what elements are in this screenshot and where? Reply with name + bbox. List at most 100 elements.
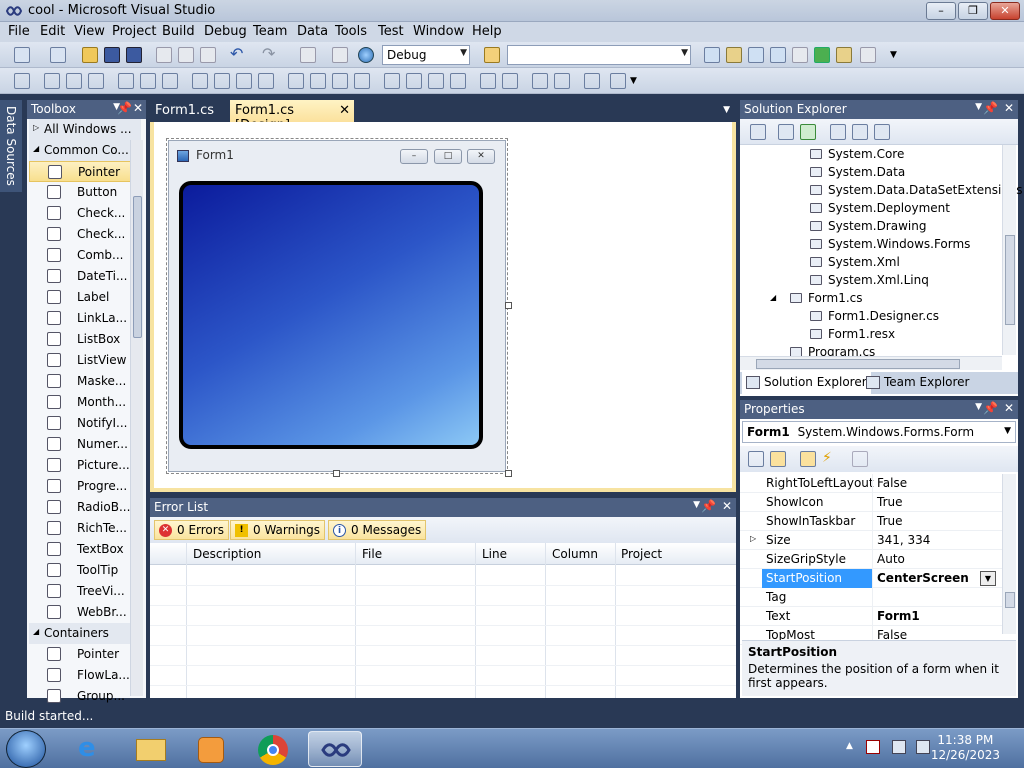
toolbox-item[interactable]: Check... [29, 224, 141, 245]
toolbox-group[interactable]: ◢ Common Co... [29, 140, 141, 161]
property-row[interactable]: Text Form1 [740, 607, 1002, 626]
media-player-icon[interactable] [184, 731, 238, 767]
pin-icon[interactable]: 📌 [983, 401, 998, 415]
categorized-icon[interactable] [748, 451, 764, 467]
view-code-icon[interactable] [830, 124, 846, 140]
solution-configuration-dropdown[interactable]: Debug ▼ [382, 45, 470, 65]
remove-horizontal-spacing-icon[interactable] [354, 73, 370, 89]
make-same-height-icon[interactable] [236, 73, 252, 89]
close-icon[interactable]: ✕ [1004, 401, 1014, 415]
view-designer-icon[interactable] [852, 124, 868, 140]
property-row[interactable]: ▷ Size 341, 334 [740, 531, 1002, 550]
toolbox-item[interactable]: Pointer [29, 161, 141, 182]
send-to-back-icon[interactable] [554, 73, 570, 89]
gradient-panel-control[interactable] [179, 181, 483, 449]
tab-team-explorer[interactable]: Team Explorer [862, 372, 974, 394]
toolbox-group[interactable]: ◢ Containers [29, 623, 141, 644]
navigate-backward-icon[interactable] [300, 47, 316, 63]
align-rights-icon[interactable] [88, 73, 104, 89]
increase-horizontal-spacing-icon[interactable] [310, 73, 326, 89]
menu-project[interactable]: Project [112, 24, 156, 39]
horizontal-scrollbar[interactable] [740, 356, 1002, 370]
increase-vertical-spacing-icon[interactable] [406, 73, 422, 89]
close-icon[interactable]: ✕ [133, 101, 143, 115]
scrollbar-thumb[interactable] [133, 196, 142, 338]
properties-window-icon[interactable] [726, 47, 742, 63]
scrollbar-thumb[interactable] [1005, 235, 1015, 325]
vertical-spacing-icon[interactable] [384, 73, 400, 89]
scrollbar-thumb[interactable] [756, 359, 960, 369]
toolbox-item[interactable]: Progre... [29, 476, 141, 497]
menu-build[interactable]: Build [162, 24, 195, 39]
bring-to-front-icon[interactable] [532, 73, 548, 89]
expand-arrow-icon[interactable]: ◢ [33, 144, 39, 153]
expand-arrow-icon[interactable]: ◢ [770, 293, 776, 302]
lock-controls-icon[interactable] [610, 73, 626, 89]
open-file-icon[interactable] [82, 47, 98, 63]
toolbox-item[interactable]: RichTe... [29, 518, 141, 539]
properties-view-icon[interactable] [800, 451, 816, 467]
remove-vertical-spacing-icon[interactable] [450, 73, 466, 89]
menu-edit[interactable]: Edit [40, 24, 65, 39]
center-vertically-icon[interactable] [502, 73, 518, 89]
data-sources-tab[interactable]: Data Sources [0, 100, 22, 192]
view-class-diagram-icon[interactable] [874, 124, 890, 140]
scrollbar-thumb[interactable] [1005, 592, 1015, 608]
object-browser-icon[interactable] [748, 47, 764, 63]
property-row[interactable]: StartPosition CenterScreen ▼ [740, 569, 1002, 588]
toolbox-item[interactable]: Numer... [29, 434, 141, 455]
object-selector-dropdown[interactable]: Form1 System.Windows.Forms.Form ▼ [742, 421, 1016, 443]
volume-icon[interactable] [916, 740, 930, 754]
menu-test[interactable]: Test [378, 24, 404, 39]
menu-view[interactable]: View [74, 24, 105, 39]
value-dropdown-icon[interactable]: ▼ [980, 571, 996, 586]
column-file[interactable]: File [362, 547, 382, 561]
visual-studio-taskbar-icon[interactable] [308, 731, 362, 767]
tab-solution-explorer[interactable]: Solution Explorer [742, 372, 871, 394]
start-button-icon[interactable] [6, 730, 46, 768]
menu-team[interactable]: Team [253, 24, 287, 39]
property-value[interactable]: Form1 [877, 609, 920, 623]
toolbox-item[interactable]: Group... [29, 686, 141, 707]
horizontal-spacing-icon[interactable] [288, 73, 304, 89]
column-description[interactable]: Description [193, 547, 261, 561]
refresh-icon[interactable] [800, 124, 816, 140]
warnings-filter-button[interactable]: ! 0 Warnings [230, 520, 326, 540]
toolbar-options-icon[interactable]: ▼ [890, 47, 906, 63]
toolbox-item[interactable]: Maske... [29, 371, 141, 392]
command-window-icon[interactable] [860, 47, 876, 63]
menu-tools[interactable]: Tools [335, 24, 367, 39]
toolbox-item[interactable]: ToolTip [29, 560, 141, 581]
chrome-icon[interactable] [246, 731, 300, 767]
property-row[interactable]: SizeGripStyle Auto [740, 550, 1002, 569]
properties-scrollbar[interactable] [1002, 474, 1016, 634]
dropdown-icon[interactable]: ▼ [693, 500, 700, 510]
resize-handle-right[interactable] [505, 302, 512, 309]
redo-icon[interactable]: ↷ [262, 46, 278, 63]
decrease-horizontal-spacing-icon[interactable] [332, 73, 348, 89]
property-row[interactable]: Tag [740, 588, 1002, 607]
copy-icon[interactable] [178, 47, 194, 63]
align-middles-icon[interactable] [140, 73, 156, 89]
close-button[interactable]: ✕ [990, 2, 1020, 20]
close-icon[interactable]: ✕ [722, 499, 732, 513]
dropdown-icon[interactable]: ▼ [975, 402, 982, 412]
extension-manager-icon[interactable] [836, 47, 852, 63]
solution-explorer-icon[interactable] [704, 47, 720, 63]
start-debugging-icon[interactable] [358, 47, 374, 63]
align-tops-icon[interactable] [118, 73, 134, 89]
tab-order-icon[interactable] [584, 73, 600, 89]
property-row[interactable]: RightToLeftLayout False [740, 474, 1002, 493]
resize-handle-corner[interactable] [505, 470, 512, 477]
messages-filter-button[interactable]: i 0 Messages [328, 520, 427, 540]
add-item-icon[interactable] [50, 47, 66, 63]
toolbox-item[interactable]: FlowLa... [29, 665, 141, 686]
tab-list-dropdown-icon[interactable]: ▼ [723, 105, 730, 115]
align-bottoms-icon[interactable] [162, 73, 178, 89]
property-pages-icon[interactable] [852, 451, 868, 467]
toolbox-item[interactable]: LinkLa... [29, 308, 141, 329]
undo-icon[interactable]: ↶ [230, 46, 246, 63]
toolbar-options-icon[interactable]: ▼ [630, 73, 646, 89]
pin-icon[interactable]: 📌 [701, 499, 716, 513]
toolbox-item[interactable]: RadioB... [29, 497, 141, 518]
